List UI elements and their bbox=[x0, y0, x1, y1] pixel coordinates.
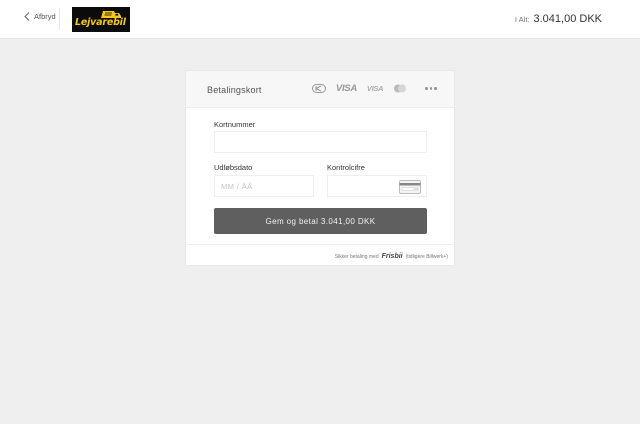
payment-method-title: Betalingskort bbox=[207, 85, 262, 95]
secure-payment-note: Sikker betaling med Frisbii (tidligere B… bbox=[335, 253, 448, 260]
logo-text: Lejvarebil bbox=[75, 17, 126, 28]
chevron-left-icon bbox=[24, 12, 30, 21]
order-total: I Alt: 3.041,00 DKK bbox=[515, 13, 602, 25]
top-bar: Afbryd Lejvarebil I Alt: 3.041,00 DKK bbox=[0, 0, 640, 39]
more-dots-icon[interactable] bbox=[425, 87, 437, 90]
provider-logo: Frisbii bbox=[381, 253, 403, 260]
secure-text: Sikker betaling med bbox=[334, 254, 379, 260]
visa-electron-icon: VISA bbox=[366, 84, 384, 93]
cvc-label: Kontrolcifre bbox=[327, 163, 365, 172]
expiry-input[interactable] bbox=[214, 175, 314, 197]
card-number-label: Kortnummer bbox=[214, 120, 256, 129]
card-brand-icons: VISA VISA bbox=[311, 83, 437, 94]
card-number-input[interactable] bbox=[214, 131, 427, 153]
total-label: I Alt: bbox=[514, 15, 530, 24]
brand-logo: Lejvarebil bbox=[72, 7, 130, 32]
cancel-label: Afbryd bbox=[34, 12, 56, 21]
mastercard-icon bbox=[394, 84, 407, 93]
card-back-icon bbox=[399, 180, 421, 194]
payment-card: Betalingskort VISA VISA Kortnummer Udløb… bbox=[185, 70, 455, 266]
visa-icon: VISA bbox=[335, 83, 357, 94]
expiry-label: Udløbsdato bbox=[214, 163, 253, 172]
header-divider bbox=[59, 8, 60, 30]
payment-method-header[interactable]: Betalingskort VISA VISA bbox=[186, 71, 454, 108]
payment-footer: Sikker betaling med Frisbii (tidligere B… bbox=[186, 244, 454, 266]
total-amount: 3.041,00 DKK bbox=[533, 13, 603, 25]
cancel-link[interactable]: Afbryd bbox=[24, 12, 56, 21]
provider-note: (tidligere Billwerk+) bbox=[405, 254, 448, 260]
save-and-pay-button[interactable]: Gem og betal 3.041,00 DKK bbox=[214, 208, 427, 234]
dankort-icon bbox=[311, 84, 326, 93]
